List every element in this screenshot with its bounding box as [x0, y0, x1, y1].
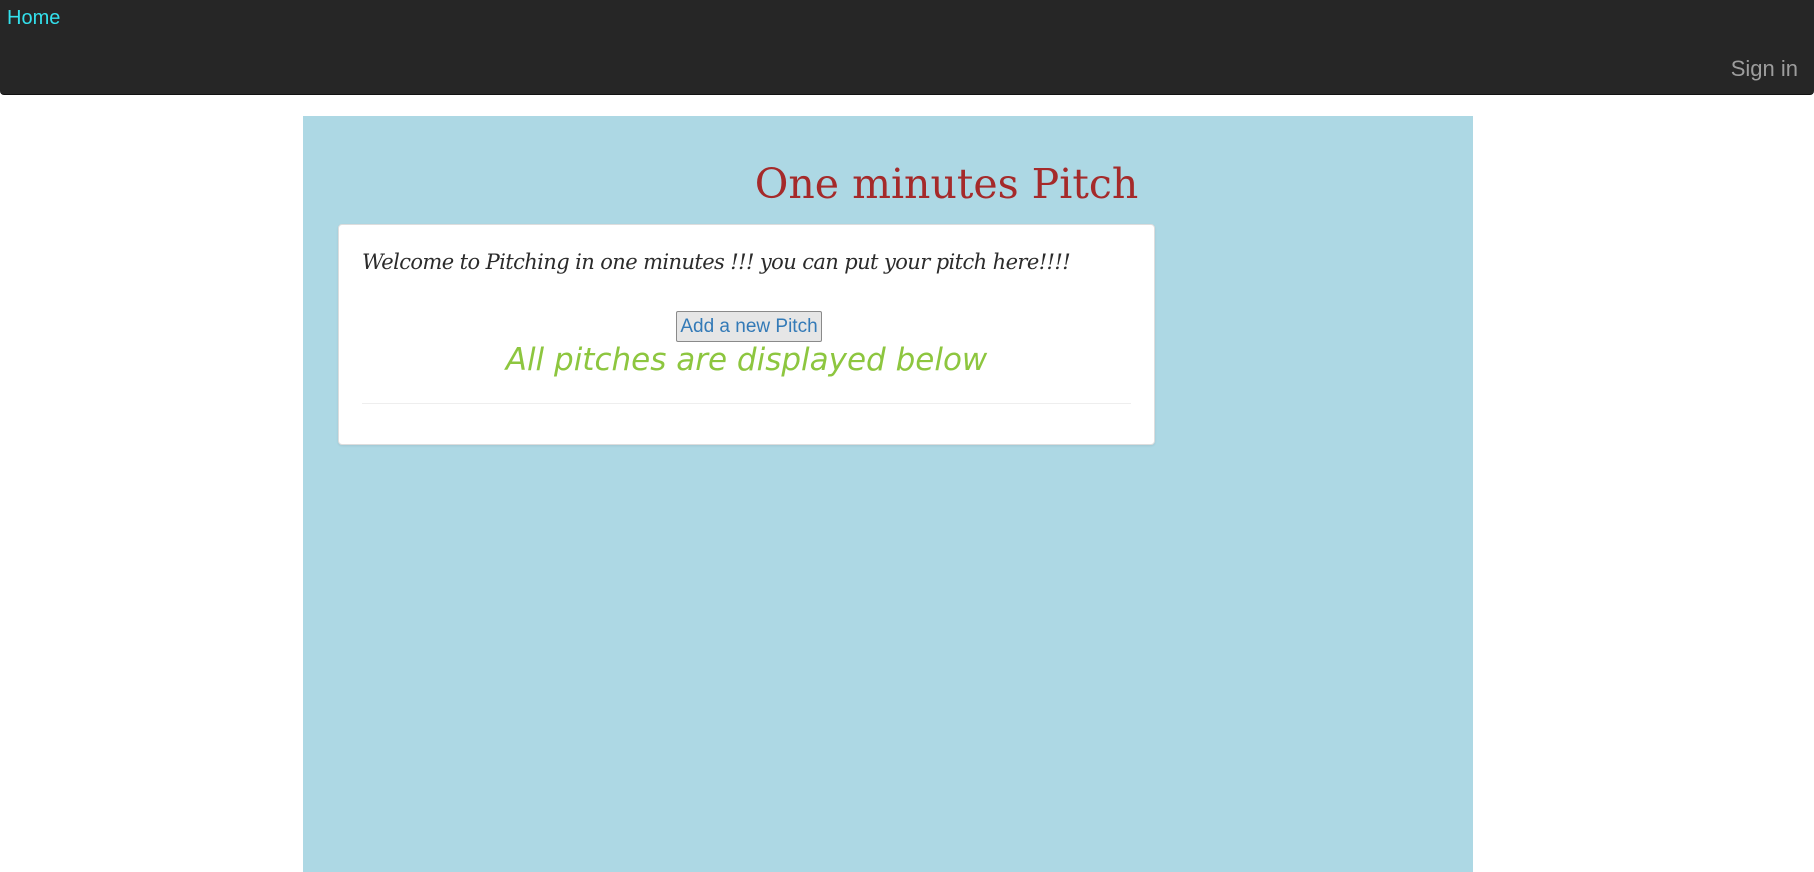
divider [362, 403, 1131, 404]
top-navbar: Home Sign in [0, 0, 1814, 95]
pitches-subheading: All pitches are displayed below [505, 342, 988, 378]
sign-in-link[interactable]: Sign in [1731, 56, 1798, 82]
page-title: One minutes Pitch [754, 160, 1139, 208]
welcome-panel: Welcome to Pitching in one minutes !!! y… [338, 224, 1155, 445]
add-pitch-button[interactable]: Add a new Pitch [676, 311, 822, 342]
home-link[interactable]: Home [7, 7, 60, 30]
welcome-text: Welcome to Pitching in one minutes !!! y… [362, 250, 1071, 274]
main-content-area: One minutes Pitch Welcome to Pitching in… [303, 116, 1473, 872]
